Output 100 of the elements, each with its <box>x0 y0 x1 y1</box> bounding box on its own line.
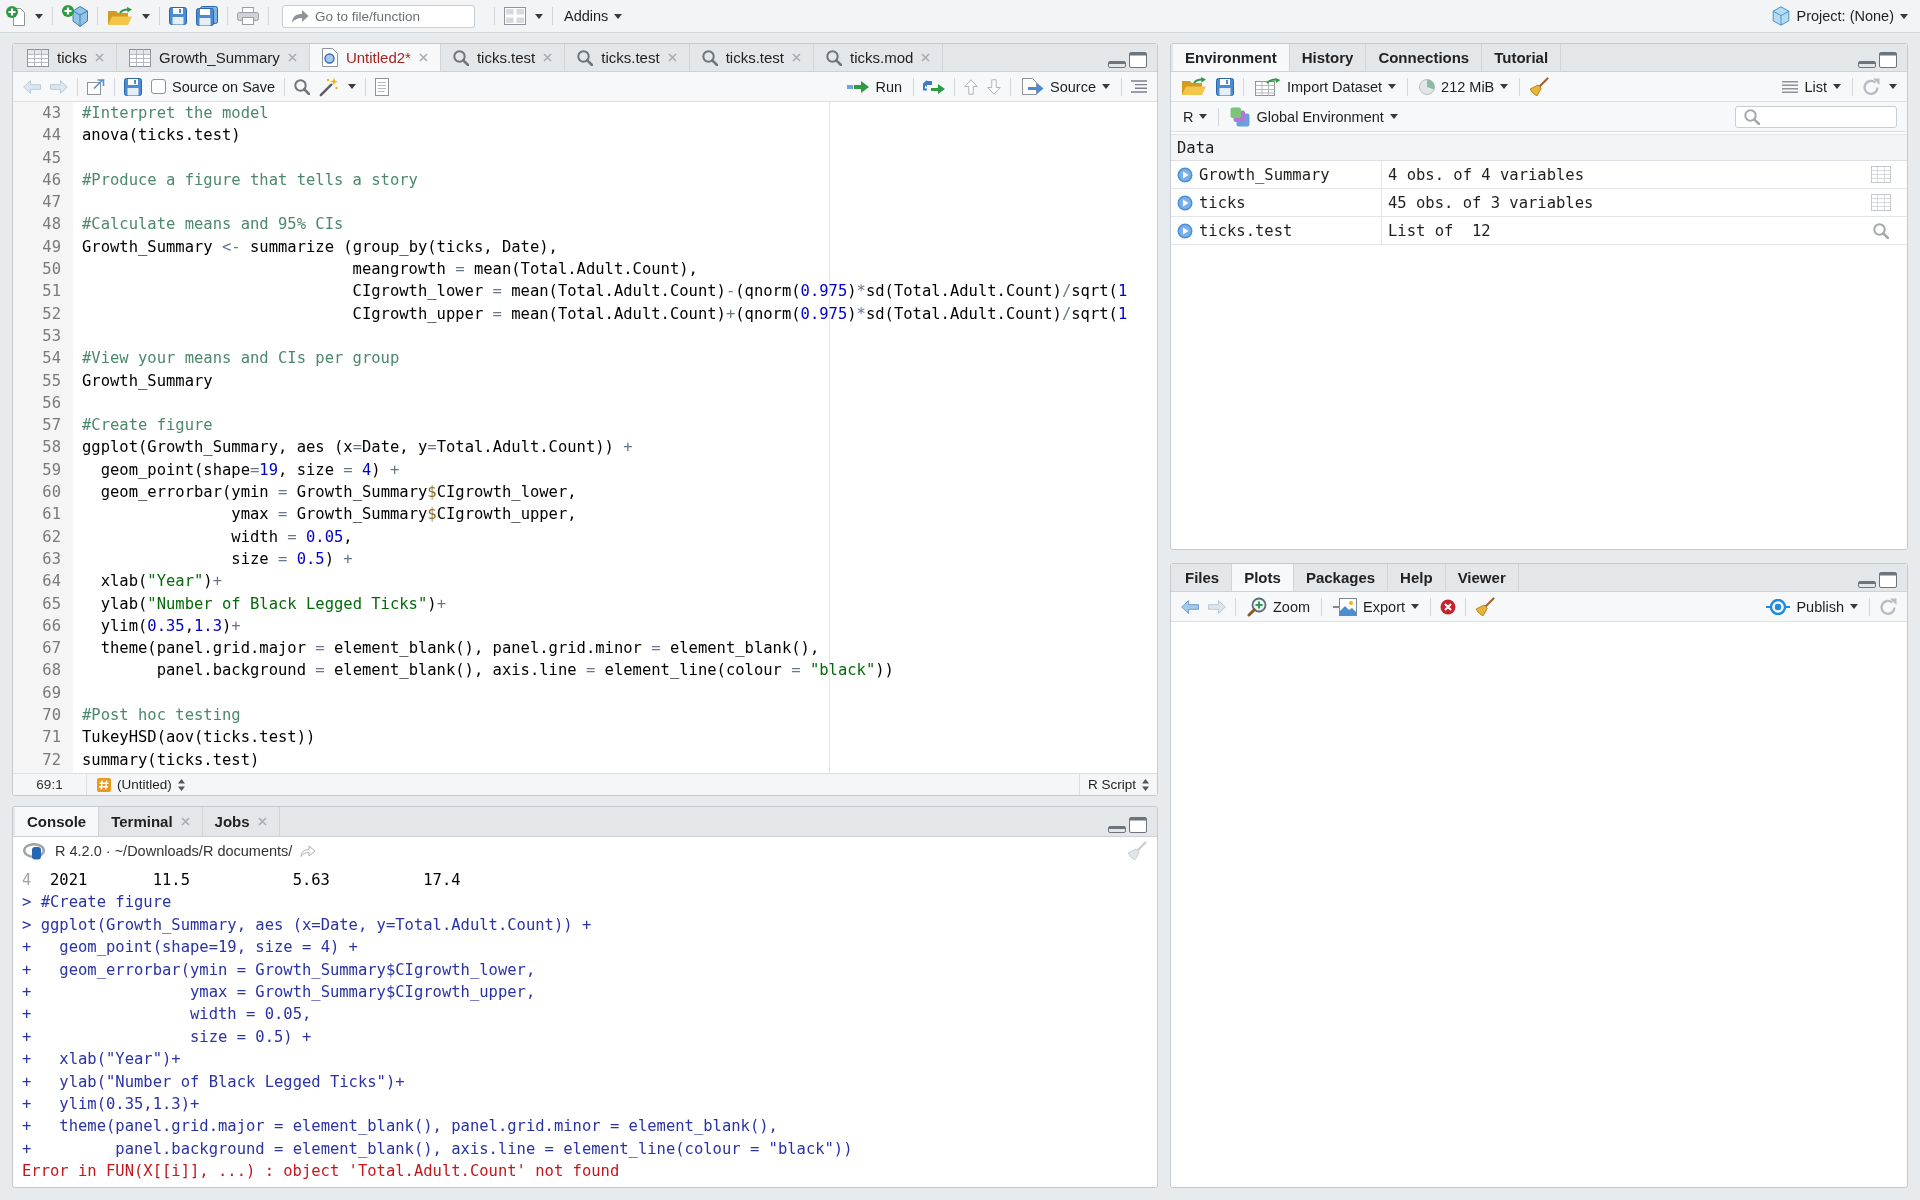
caret-icon[interactable] <box>35 13 43 19</box>
pane-tab[interactable]: Console <box>15 807 100 836</box>
editor-tab[interactable]: ticks.test <box>689 44 814 71</box>
up-arrow-icon[interactable] <box>964 78 979 95</box>
close-icon[interactable] <box>418 53 428 62</box>
close-icon[interactable] <box>95 53 104 62</box>
caret-icon[interactable] <box>1500 84 1509 89</box>
run-button[interactable]: Run <box>845 74 905 99</box>
import-dataset-button[interactable]: Import Dataset <box>1253 74 1399 99</box>
rerun-icon[interactable] <box>923 79 946 94</box>
open-folder-icon[interactable] <box>1181 77 1207 96</box>
caret-icon[interactable] <box>1388 84 1397 89</box>
project-button[interactable]: Project: (None) <box>1770 4 1910 28</box>
addins-button[interactable]: Addins <box>562 4 625 28</box>
arrow-icon[interactable] <box>300 845 317 857</box>
checkbox[interactable] <box>151 79 166 94</box>
goto-field[interactable]: Go to file/function <box>282 4 475 28</box>
variable-name[interactable]: Growth_Summary <box>1199 165 1330 184</box>
file-type-dropdown[interactable]: R Script <box>1079 774 1157 795</box>
caret-icon[interactable] <box>1199 114 1208 119</box>
variable-value: 4 obs. of 4 variables <box>1388 165 1584 184</box>
maximize-icon[interactable] <box>1879 52 1897 68</box>
view-dropdown[interactable]: List <box>1780 74 1843 99</box>
down-arrow-icon[interactable] <box>987 78 1002 95</box>
close-icon[interactable] <box>257 817 267 826</box>
zoom-button[interactable]: Zoom <box>1245 594 1313 619</box>
grid-icon[interactable] <box>504 7 526 25</box>
close-icon[interactable] <box>180 817 190 826</box>
new-project-icon[interactable] <box>62 5 88 27</box>
caret-icon[interactable] <box>535 13 543 19</box>
caret-icon[interactable] <box>1833 84 1841 89</box>
pane-tab[interactable]: Jobs <box>202 807 280 836</box>
minimize-icon[interactable] <box>1108 826 1126 833</box>
environment-dropdown[interactable]: Global Environment <box>1228 104 1400 129</box>
search-icon[interactable] <box>294 78 311 95</box>
popout-icon[interactable] <box>87 78 105 95</box>
editor-tab[interactable]: ticks.test <box>440 44 566 71</box>
print-icon[interactable] <box>237 7 259 25</box>
notebook-icon[interactable] <box>375 77 390 96</box>
caret-icon[interactable] <box>348 84 357 89</box>
expand-icon[interactable] <box>1177 194 1193 211</box>
wand-icon[interactable] <box>319 76 340 97</box>
outline-icon[interactable] <box>1131 80 1147 93</box>
expand-icon[interactable] <box>1177 166 1193 183</box>
pane-tab[interactable]: Tutorial <box>1482 44 1562 71</box>
editor-tab[interactable]: Untitled2* <box>309 44 441 71</box>
back-arrow-icon[interactable] <box>1181 599 1199 614</box>
editor-tab[interactable]: Growth_Summary <box>117 44 310 71</box>
variable-name[interactable]: ticks.test <box>1199 221 1293 240</box>
save-all-icon[interactable] <box>196 6 218 26</box>
editor-tab[interactable]: ticks <box>15 44 117 71</box>
caret-icon[interactable] <box>1900 13 1908 19</box>
save-icon[interactable] <box>1216 77 1234 96</box>
magnifier-icon[interactable] <box>1873 222 1889 239</box>
minimize-icon[interactable] <box>1858 581 1876 588</box>
caret-icon[interactable] <box>1411 604 1419 609</box>
pane-tab[interactable]: Terminal <box>99 807 203 836</box>
caret-icon[interactable] <box>1102 84 1110 89</box>
variable-name[interactable]: ticks <box>1199 193 1246 212</box>
save-icon[interactable] <box>124 77 142 96</box>
close-icon[interactable] <box>287 53 297 62</box>
expand-icon[interactable] <box>1177 222 1193 239</box>
close-icon[interactable] <box>667 53 677 62</box>
caret-icon[interactable] <box>1889 84 1897 89</box>
open-folder-icon[interactable] <box>107 6 133 26</box>
broom-icon[interactable] <box>1475 596 1495 617</box>
close-icon[interactable] <box>543 53 553 62</box>
source-button[interactable]: Source <box>1020 74 1112 99</box>
line-number: 68 <box>42 660 61 682</box>
close-icon[interactable] <box>792 53 801 62</box>
pane-tab[interactable]: History <box>1289 44 1367 71</box>
broom-icon[interactable] <box>1529 76 1550 97</box>
caret-icon[interactable] <box>142 13 150 19</box>
pane-tab[interactable]: Help <box>1388 564 1446 591</box>
editor-tab[interactable]: ticks.test <box>565 44 690 71</box>
checkbox-label[interactable]: Source on Save <box>172 78 276 95</box>
maximize-icon[interactable] <box>1879 572 1897 588</box>
language-dropdown[interactable]: R <box>1181 104 1210 129</box>
caret-icon[interactable] <box>1850 604 1858 609</box>
memory-button[interactable]: 212 MiB <box>1417 74 1511 99</box>
close-icon[interactable] <box>921 53 931 62</box>
pane-tab[interactable]: Packages <box>1293 564 1389 591</box>
new-file-icon[interactable] <box>6 6 26 26</box>
export-button[interactable]: Export <box>1331 594 1421 619</box>
caret-icon[interactable] <box>1389 114 1398 119</box>
search-field[interactable] <box>1735 105 1897 128</box>
publish-button[interactable]: Publish <box>1764 594 1860 619</box>
remove-icon[interactable] <box>1440 598 1456 615</box>
save-icon[interactable] <box>169 7 187 25</box>
minimize-icon[interactable] <box>1858 61 1876 68</box>
pane-tab[interactable]: Environment <box>1173 44 1290 71</box>
maximize-icon[interactable] <box>1129 817 1147 833</box>
pane-tab[interactable]: Viewer <box>1445 564 1519 591</box>
pane-tab[interactable]: Plots <box>1232 564 1294 591</box>
pane-tab[interactable]: Connections <box>1366 44 1483 71</box>
minimize-icon[interactable] <box>1108 61 1126 68</box>
scope-dropdown[interactable]: (Untitled) <box>95 774 187 795</box>
caret-icon[interactable] <box>614 13 623 19</box>
editor-tab[interactable]: ticks.mod <box>814 44 944 71</box>
maximize-icon[interactable] <box>1129 52 1147 68</box>
